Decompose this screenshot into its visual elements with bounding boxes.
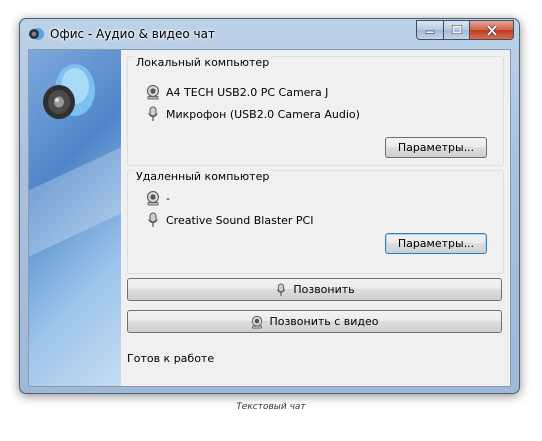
call-button[interactable]: Позвонить	[127, 278, 502, 301]
local-camera-row: A4 TECH USB2.0 PC Camera J	[145, 83, 328, 101]
microphone-icon	[274, 282, 288, 297]
minimize-icon	[425, 30, 435, 34]
video-call-button[interactable]: Позвонить с видео	[127, 310, 502, 333]
client-area: Локальный компьютер A4 TECH USB2.0 PC Ca…	[28, 49, 511, 387]
remote-computer-group: Удаленный компьютер - Creative Sound Bla…	[127, 170, 504, 274]
local-camera-name: A4 TECH USB2.0 PC Camera J	[166, 85, 329, 99]
remote-settings-button[interactable]: Параметры...	[385, 233, 487, 254]
window-controls	[416, 20, 514, 40]
local-group-title: Локальный компьютер	[134, 56, 272, 69]
status-text: Готов к работе	[127, 352, 215, 365]
microphone-icon	[145, 212, 161, 228]
window-title: Офис - Аудио & видео чат	[50, 27, 215, 41]
local-computer-group: Локальный компьютер A4 TECH USB2.0 PC Ca…	[127, 56, 504, 166]
webcam-icon	[145, 190, 161, 206]
local-microphone-name: Микрофон (USB2.0 Camera Audio)	[166, 107, 360, 121]
local-settings-button[interactable]: Параметры...	[385, 137, 487, 158]
remote-camera-name: -	[166, 191, 170, 205]
app-window: Офис - Аудио & видео чат Локальный компь…	[19, 18, 520, 394]
microphone-icon	[145, 106, 161, 122]
webcam-icon	[250, 315, 264, 329]
sidebar-banner	[29, 50, 121, 386]
maximize-icon	[451, 25, 462, 34]
figure-caption: Текстовый чат	[236, 402, 306, 412]
maximize-button[interactable]	[444, 20, 470, 40]
content-panel: Локальный компьютер A4 TECH USB2.0 PC Ca…	[127, 50, 506, 386]
speaker-logo-icon	[43, 64, 95, 119]
webcam-icon	[145, 84, 161, 100]
video-call-button-label: Позвонить с видео	[269, 315, 379, 328]
remote-group-title: Удаленный компьютер	[134, 170, 272, 183]
local-microphone-row: Микрофон (USB2.0 Camera Audio)	[145, 105, 360, 123]
close-icon	[486, 24, 497, 36]
call-button-label: Позвонить	[293, 283, 355, 296]
minimize-button[interactable]	[416, 20, 444, 40]
title-bar[interactable]: Офис - Аудио & видео чат	[20, 19, 519, 49]
close-button[interactable]	[470, 20, 514, 40]
remote-microphone-row: Creative Sound Blaster PCI	[145, 211, 313, 229]
remote-camera-row: -	[145, 189, 170, 207]
remote-microphone-name: Creative Sound Blaster PCI	[166, 213, 314, 227]
speaker-app-icon	[28, 26, 44, 42]
